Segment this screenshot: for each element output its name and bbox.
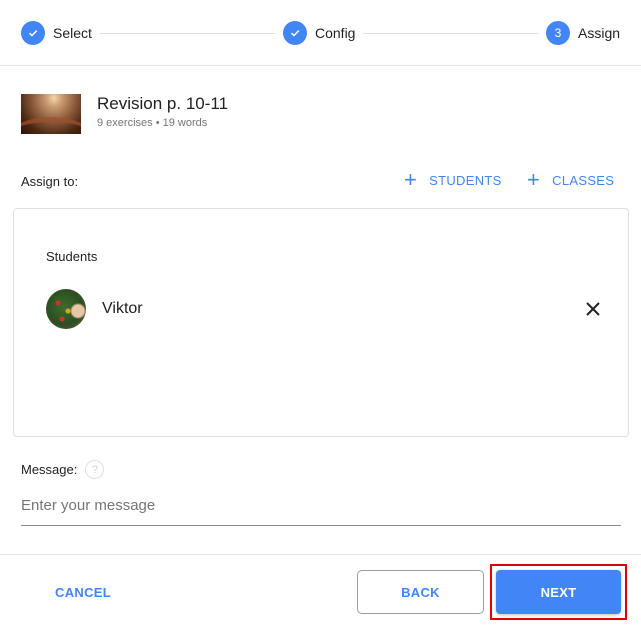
footer-divider — [0, 554, 641, 555]
lesson-title: Revision p. 10-11 — [97, 94, 229, 113]
lesson-summary: Revision p. 10-11 9 exercises • 19 words — [21, 94, 228, 134]
close-icon[interactable] — [584, 300, 602, 318]
message-input[interactable] — [21, 486, 621, 526]
add-classes-label: CLASSES — [552, 172, 615, 188]
add-students-label: STUDENTS — [429, 172, 502, 188]
step-number: 3 — [546, 21, 570, 45]
step-connector — [100, 33, 275, 34]
step-assign[interactable]: 3 Assign — [546, 21, 620, 45]
avatar — [46, 289, 86, 329]
cancel-button[interactable]: CANCEL — [30, 570, 136, 614]
step-connector — [363, 33, 538, 34]
check-icon — [21, 21, 45, 45]
lesson-subtitle: 9 exercises • 19 words — [97, 117, 208, 129]
check-icon — [283, 21, 307, 45]
message-label-row: Message: ? — [21, 460, 105, 479]
student-item: Viktor — [46, 289, 600, 329]
next-button[interactable]: NEXT — [496, 570, 621, 614]
help-icon[interactable]: ? — [85, 460, 105, 479]
step-label: Config — [315, 25, 356, 41]
stepper: Select Config 3 Assign — [0, 0, 641, 66]
plus-icon: + — [404, 167, 418, 192]
student-name: Viktor — [102, 300, 143, 317]
add-classes-button[interactable]: + CLASSES — [527, 167, 615, 192]
step-label: Assign — [578, 25, 621, 41]
assign-to-label: Assign to: — [21, 174, 79, 189]
students-section-title: Students — [46, 249, 98, 264]
step-config[interactable]: Config — [283, 21, 355, 45]
lesson-thumbnail — [21, 94, 81, 134]
add-students-button[interactable]: + STUDENTS — [404, 167, 502, 192]
step-select[interactable]: Select — [21, 21, 92, 45]
students-panel: Students Viktor — [13, 208, 629, 437]
plus-icon: + — [527, 167, 541, 192]
back-button[interactable]: BACK — [357, 570, 484, 614]
step-label: Select — [53, 25, 92, 41]
message-label: Message: — [21, 462, 78, 477]
